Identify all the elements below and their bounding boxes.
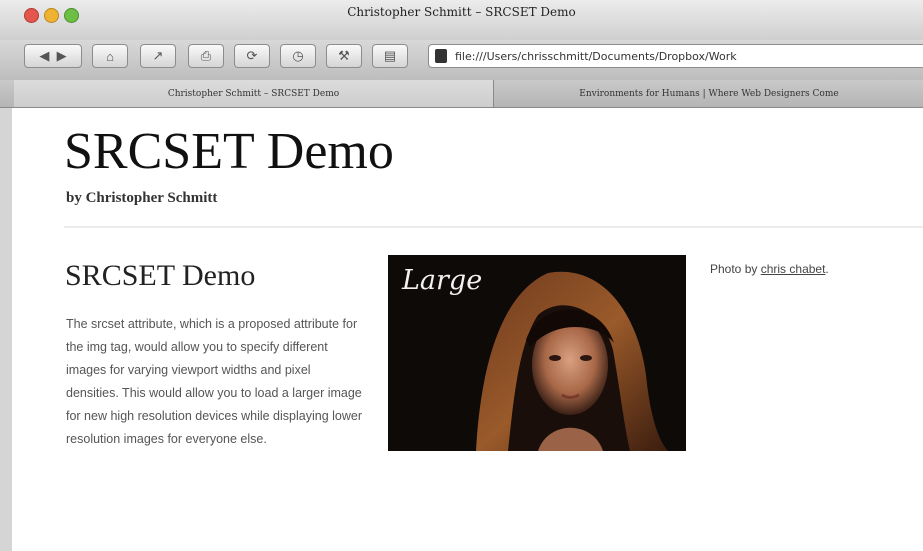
tab-srcset-demo[interactable]: Christopher Schmitt – SRCSET Demo — [14, 80, 494, 107]
byline: by Christopher Schmitt — [66, 190, 218, 206]
wrench-icon: ⚒ — [338, 48, 350, 63]
demo-photo: Large — [388, 255, 686, 451]
page-title: SRCSET Demo — [64, 123, 394, 180]
photo-credit: Photo by chris chabet. — [710, 262, 829, 276]
title-bar: Christopher Schmitt – SRCSET Demo — [0, 0, 923, 41]
photo-label: Large — [402, 265, 483, 296]
print-icon: ⎙ — [200, 48, 212, 63]
address-bar[interactable]: file:///Users/chrisschmitt/Documents/Dro… — [428, 44, 923, 68]
settings-button[interactable]: ⚒ — [326, 44, 362, 68]
credit-link[interactable]: chris chabet — [761, 262, 826, 276]
share-button[interactable]: ↗ — [140, 44, 176, 68]
back-forward-button[interactable]: ◀ ▶ — [24, 44, 82, 68]
browser-window: Christopher Schmitt – SRCSET Demo ◀ ▶ ⌂ … — [0, 0, 923, 551]
clipboard-button[interactable]: ▤ — [372, 44, 408, 68]
divider — [64, 226, 923, 228]
body-paragraph: The srcset attribute, which is a propose… — [66, 317, 362, 446]
reload-button[interactable]: ⟳ — [234, 44, 270, 68]
clock-icon: ◷ — [292, 48, 304, 63]
home-icon: ⌂ — [106, 48, 114, 64]
share-icon: ↗ — [152, 48, 164, 63]
print-button[interactable]: ⎙ — [188, 44, 224, 68]
reload-icon: ⟳ — [246, 48, 258, 63]
forward-icon[interactable]: ▶ — [57, 48, 67, 64]
tab-environments-for-humans[interactable]: Environments for Humans | Where Web Desi… — [495, 80, 923, 107]
address-url[interactable]: file:///Users/chrisschmitt/Documents/Dro… — [455, 50, 737, 63]
page-icon — [435, 49, 447, 63]
home-button[interactable]: ⌂ — [92, 44, 128, 68]
clipboard-icon: ▤ — [383, 48, 397, 63]
credit-prefix: Photo by — [710, 262, 758, 276]
window-title: Christopher Schmitt – SRCSET Demo — [347, 5, 576, 19]
back-icon[interactable]: ◀ — [39, 48, 49, 64]
history-button[interactable]: ◷ — [280, 44, 316, 68]
section-heading: SRCSET Demo — [65, 259, 256, 292]
